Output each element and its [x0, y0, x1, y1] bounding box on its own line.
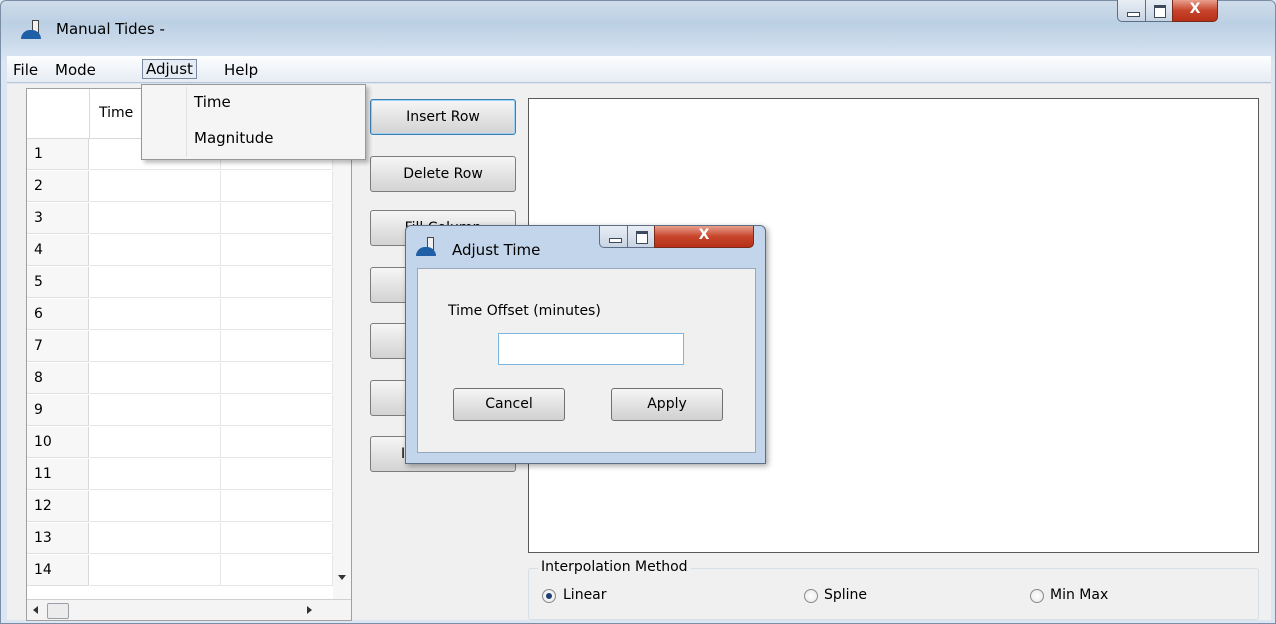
radio-linear[interactable] [542, 589, 556, 603]
table-cell-time[interactable] [90, 523, 221, 554]
menu-adjust[interactable]: Adjust [142, 59, 197, 79]
row-header[interactable]: 7 [27, 331, 89, 362]
menu-item-time[interactable]: Time [194, 93, 231, 111]
table-cell-value[interactable] [221, 395, 333, 426]
menu-mode[interactable]: Mode [52, 60, 99, 80]
table-cell-value[interactable] [221, 427, 333, 458]
row-header[interactable]: 2 [27, 171, 89, 202]
menu-file[interactable]: File [10, 60, 41, 80]
horizontal-scroll-thumb[interactable] [47, 603, 69, 619]
table-cell-time[interactable] [90, 299, 221, 330]
dialog-close-button[interactable]: X [654, 226, 754, 248]
dialog-body: Time Offset (minutes) Cancel Apply [417, 268, 756, 453]
row-header[interactable]: 6 [27, 299, 89, 330]
adjust-time-dialog: Adjust Time X Time Offset (minutes) Canc… [405, 225, 766, 464]
insert-row-button[interactable]: Insert Row [370, 99, 516, 135]
minimize-icon [609, 238, 622, 243]
time-offset-label: Time Offset (minutes) [448, 303, 601, 319]
cancel-button[interactable]: Cancel [453, 388, 565, 421]
minimize-icon [1127, 12, 1140, 17]
row-header[interactable]: 14 [27, 555, 89, 586]
apply-button[interactable]: Apply [611, 388, 723, 421]
row-header[interactable]: 3 [27, 203, 89, 234]
interpolation-title: Interpolation Method [538, 559, 691, 575]
maximize-button[interactable] [1145, 0, 1173, 22]
interpolation-group [528, 568, 1259, 620]
vertical-scrollbar[interactable] [333, 89, 351, 599]
menu-gutter [186, 87, 187, 157]
table-cell-value[interactable] [221, 555, 333, 586]
table-cell-time[interactable] [90, 555, 221, 586]
dialog-maximize-button[interactable] [627, 226, 655, 248]
table-cell-time[interactable] [90, 363, 221, 394]
menu-help[interactable]: Help [221, 60, 261, 80]
table-cell-value[interactable] [221, 459, 333, 490]
horizontal-scrollbar[interactable] [27, 599, 351, 620]
table-cell-time[interactable] [90, 331, 221, 362]
table-cell-time[interactable] [90, 427, 221, 458]
table-cell-value[interactable] [221, 203, 333, 234]
row-header[interactable]: 13 [27, 523, 89, 554]
row-header[interactable]: 9 [27, 395, 89, 426]
row-header[interactable]: 12 [27, 491, 89, 522]
table-cell-value[interactable] [221, 267, 333, 298]
row-header[interactable]: 4 [27, 235, 89, 266]
row-header[interactable]: 8 [27, 363, 89, 394]
radio-minmax[interactable] [1030, 589, 1044, 603]
table-cell-value[interactable] [221, 235, 333, 266]
dialog-title: Adjust Time [452, 241, 541, 259]
table-cell-time[interactable] [90, 491, 221, 522]
dialog-minimize-button[interactable] [599, 226, 628, 248]
row-header[interactable]: 10 [27, 427, 89, 458]
table-cell-time[interactable] [90, 203, 221, 234]
row-header[interactable]: 11 [27, 459, 89, 490]
table-cell-value[interactable] [221, 363, 333, 394]
radio-spline[interactable] [804, 589, 818, 603]
close-icon: X [698, 227, 710, 243]
maximize-icon [1154, 5, 1166, 18]
table-cell-value[interactable] [221, 299, 333, 330]
close-icon: X [1189, 1, 1201, 17]
table-cell-time[interactable] [90, 171, 221, 202]
scroll-down-icon[interactable] [338, 575, 346, 580]
time-offset-input[interactable] [498, 333, 684, 365]
radio-spline-label[interactable]: Spline [824, 587, 867, 603]
scroll-left-icon[interactable] [33, 606, 38, 614]
scroll-right-icon[interactable] [307, 606, 312, 614]
table-cell-time[interactable] [90, 395, 221, 426]
table-cell-value[interactable] [221, 523, 333, 554]
data-table[interactable]: Time 1 2 3 4 5 6 7 8 9 10 11 12 13 14 [26, 88, 352, 621]
menu-item-magnitude[interactable]: Magnitude [194, 129, 273, 147]
adjust-dropdown: Time Magnitude [141, 84, 366, 160]
table-cell-value[interactable] [221, 331, 333, 362]
table-cell-time[interactable] [90, 267, 221, 298]
radio-linear-label[interactable]: Linear [563, 587, 607, 603]
row-header[interactable]: 1 [27, 139, 89, 170]
radio-minmax-label[interactable]: Min Max [1050, 587, 1108, 603]
table-cell-value[interactable] [221, 171, 333, 202]
delete-row-button[interactable]: Delete Row [370, 156, 516, 192]
window-title: Manual Tides - [56, 20, 165, 38]
minimize-button[interactable] [1117, 0, 1146, 22]
table-cell-time[interactable] [90, 235, 221, 266]
row-header[interactable]: 5 [27, 267, 89, 298]
app-icon [21, 20, 41, 39]
table-cell-value[interactable] [221, 491, 333, 522]
close-button[interactable]: X [1172, 0, 1218, 22]
corner-header [27, 89, 90, 139]
dialog-app-icon [416, 237, 436, 256]
table-cell-time[interactable] [90, 459, 221, 490]
maximize-icon [636, 231, 648, 244]
